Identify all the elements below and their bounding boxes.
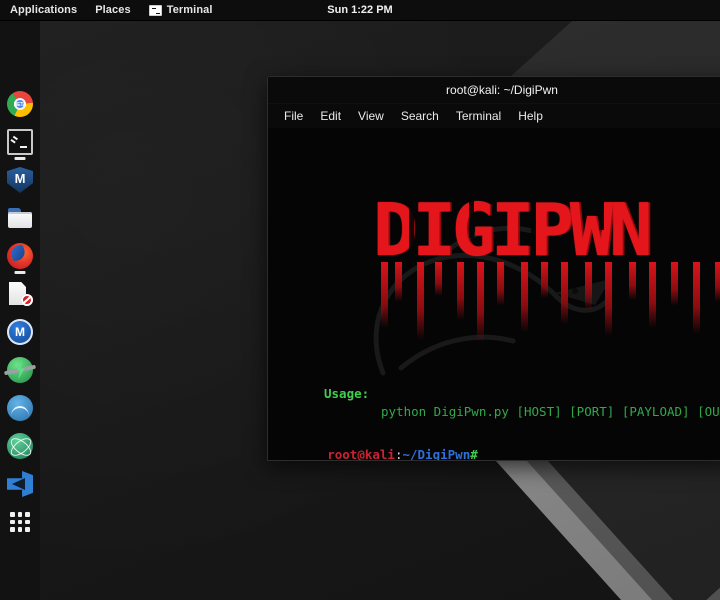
terminal-icon: [148, 4, 162, 16]
zaproxy-icon: [7, 357, 33, 383]
banner-drip: [541, 262, 548, 298]
terminal-output-area[interactable]: DIGIPWN Usage: python DigiPwn.py [HOST] …: [268, 128, 720, 461]
dock-item-armitage[interactable]: [0, 389, 40, 427]
prompt-cursor: _: [485, 447, 493, 461]
terminal-titlebar[interactable]: root@kali: ~/DigiPwn: [268, 77, 720, 104]
atom-icon: [7, 433, 33, 459]
vscode-icon: [7, 471, 33, 497]
menu-item-edit[interactable]: Edit: [313, 107, 348, 125]
banner-glitch: [599, 190, 604, 230]
menu-item-view[interactable]: View: [351, 107, 391, 125]
kali-dragon-watermark: [373, 225, 611, 376]
banner-drip: [381, 262, 388, 328]
terminal-window-button[interactable]: Terminal: [140, 0, 222, 20]
menu-item-file[interactable]: File: [277, 107, 310, 125]
applications-menu[interactable]: Applications: [0, 0, 86, 20]
menu-item-search[interactable]: Search: [394, 107, 446, 125]
banner-drip: [671, 262, 678, 306]
terminal-window[interactable]: root@kali: ~/DigiPwn File Edit View Sear…: [267, 76, 720, 461]
dock-item-firefox[interactable]: [0, 237, 40, 275]
dock-item-files[interactable]: [0, 199, 40, 237]
banner-drip: [417, 262, 424, 340]
digipwn-banner-text: DIGIPWN: [373, 188, 652, 272]
banner-glitch: [409, 190, 414, 264]
banner-drip: [605, 262, 612, 336]
top-panel: Applications Places Terminal Sun 1:22 PM: [0, 0, 720, 21]
banner-drip: [629, 262, 636, 300]
terminal-title: root@kali: ~/DigiPwn: [446, 83, 558, 97]
banner-drip: [521, 262, 528, 332]
places-menu[interactable]: Places: [86, 0, 139, 20]
banner-drip: [435, 262, 442, 296]
chrome-beta-badge: BETA: [13, 101, 27, 108]
banner-drip: [497, 262, 504, 306]
digipwn-banner: DIGIPWN: [373, 188, 720, 342]
banner-drip: [561, 262, 568, 324]
metasploit-icon: [7, 167, 33, 193]
dock-item-atom[interactable]: [0, 427, 40, 465]
dock-item-terminal[interactable]: [0, 123, 40, 161]
places-menu-label: Places: [95, 4, 131, 16]
usage-label: Usage:: [324, 386, 370, 401]
terminal-menubar: File Edit View Search Terminal Help: [268, 104, 720, 128]
shell-prompt[interactable]: root@kali:~/DigiPwn# _: [268, 431, 493, 461]
banner-glitch: [531, 190, 536, 258]
armitage-icon: [7, 395, 33, 421]
banner-drip: [457, 262, 464, 320]
terminal-window-label: Terminal: [166, 4, 213, 16]
banner-drip: [477, 262, 484, 342]
banner-drip: [649, 262, 656, 328]
banner-glitch: [469, 190, 474, 238]
running-indicator: [14, 157, 26, 160]
banner-drip: [693, 262, 700, 334]
dock-item-show-applications[interactable]: [0, 503, 40, 541]
chrome-beta-icon: BETA: [7, 91, 33, 117]
wireshark-icon: [7, 319, 33, 345]
dock-item-chrome-beta[interactable]: BETA: [0, 85, 40, 123]
running-indicator: [14, 271, 26, 274]
menu-item-help[interactable]: Help: [511, 107, 550, 125]
banner-drip: [395, 262, 402, 302]
dock-item-metasploit[interactable]: [0, 161, 40, 199]
dock-item-vscode[interactable]: [0, 465, 40, 503]
favorites-dock: BETA: [0, 20, 40, 600]
menu-item-terminal[interactable]: Terminal: [449, 107, 508, 125]
banner-glitch: [661, 190, 666, 252]
dock-item-zaproxy[interactable]: [0, 351, 40, 389]
prompt-symbol: #: [470, 447, 478, 461]
dock-item-wireshark[interactable]: [0, 313, 40, 351]
clock-label: Sun 1:22 PM: [327, 4, 393, 16]
desktop-screen: Applications Places Terminal Sun 1:22 PM…: [0, 0, 720, 600]
app-grid-icon: [10, 512, 30, 532]
files-folder-icon: [7, 205, 33, 231]
firefox-icon: [7, 243, 33, 269]
prompt-path: ~/DigiPwn: [402, 447, 471, 461]
prompt-user-host: root@kali: [327, 447, 395, 461]
dock-item-document[interactable]: [0, 275, 40, 313]
banner-drip: [585, 262, 592, 310]
block-slash: [22, 296, 31, 304]
banner-drip: [715, 262, 720, 302]
terminal-icon: [7, 129, 33, 155]
document-blocked-icon: [7, 281, 33, 307]
usage-command: python DigiPwn.py [HOST] [PORT] [PAYLOAD…: [381, 404, 720, 419]
applications-menu-label: Applications: [10, 4, 78, 16]
